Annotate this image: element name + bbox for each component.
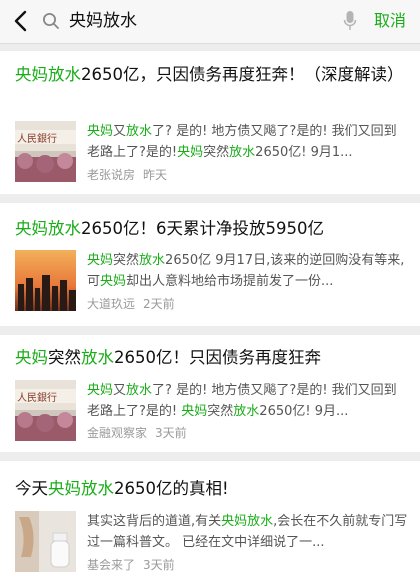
search-input[interactable]: 央妈放水 — [69, 10, 137, 32]
svg-text:人民銀行: 人民銀行 — [17, 132, 57, 145]
text-segment: 突然 — [48, 348, 81, 367]
search-icon — [43, 13, 59, 29]
highlighted-keyword: 放水 — [139, 253, 166, 268]
microphone-icon[interactable] — [343, 10, 357, 32]
text-segment: 又 — [113, 383, 127, 398]
search-bar: 央妈放水 取消 — [0, 0, 420, 44]
highlighted-keyword: 放水 — [233, 404, 260, 419]
highlighted-keyword: 央妈 — [15, 348, 48, 367]
result-source: 基会来了 — [87, 558, 136, 572]
result-source: 金融观察家 — [87, 426, 148, 440]
highlighted-keyword: 央妈放水 — [48, 479, 114, 498]
result-meta: 金融观察家 3天前 — [87, 425, 187, 441]
bathroom-thumbnail — [15, 511, 76, 572]
result-meta: 老张说房 昨天 — [87, 167, 167, 183]
highlighted-keyword: 央妈 — [181, 404, 208, 419]
text-segment: 其实这背后的道道,有关 — [87, 514, 222, 529]
result-snippet: 央妈突然放水2650亿 9月17日,该来的逆回购没有等来,可央妈却出人意料地给市… — [87, 250, 408, 292]
text-segment: 又 — [113, 124, 127, 139]
result-meta: 基会来了 3天前 — [87, 557, 175, 573]
bank-building-thumbnail: 人民銀行 — [15, 380, 76, 441]
text-segment: 2650亿！只因债务再度狂奔 — [114, 348, 321, 367]
search-result-card[interactable]: 央妈突然放水2650亿！只因债务再度狂奔 人民銀行 央妈又放水了? 是的! 地方… — [0, 335, 420, 452]
result-time: 3天前 — [155, 426, 187, 440]
text-segment: 今天 — [15, 479, 48, 498]
result-title[interactable]: 央妈放水2650亿，只因债务再度狂奔！（深度解读） — [15, 62, 408, 87]
result-source: 大道玖远 — [87, 297, 136, 311]
text-segment: 突然 — [207, 404, 234, 419]
back-arrow-icon[interactable] — [10, 9, 32, 33]
search-result-card[interactable]: 今天央妈放水2650亿的真相! 其实这背后的道道,有关央妈放水,会长在不久前就专… — [0, 461, 420, 584]
result-snippet: 其实这背后的道道,有关央妈放水,会长在不久前就专门写过一篇科普文。 已经在文中详… — [87, 511, 408, 553]
highlighted-keyword: 央妈 — [177, 145, 204, 160]
highlighted-keyword: 央妈 — [87, 383, 114, 398]
highlighted-keyword: 央妈 — [87, 124, 114, 139]
text-segment: 2650亿，只因债务再度狂奔！（深度解读） — [81, 65, 404, 84]
svg-text:人民銀行: 人民銀行 — [17, 391, 57, 404]
highlighted-keyword: 放水 — [81, 348, 114, 367]
result-time: 3天前 — [143, 558, 175, 572]
highlighted-keyword: 央妈 — [87, 253, 114, 268]
result-title[interactable]: 央妈突然放水2650亿！只因债务再度狂奔 — [15, 345, 408, 370]
text-segment: 突然 — [113, 253, 140, 268]
search-result-card[interactable]: 央妈放水2650亿！6天累计净投放5950亿 央妈突然放水2650亿 9月17日… — [0, 203, 420, 326]
bank-building-thumbnail: 人民銀行 — [15, 121, 76, 182]
text-segment: 2650亿! 9月1... — [255, 145, 353, 160]
text-segment: 2650亿！6天累计净投放5950亿 — [81, 219, 324, 238]
result-time: 2天前 — [143, 297, 175, 311]
result-source: 老张说房 — [87, 168, 136, 182]
text-segment: 却出人意料地给市场提前发了一份... — [126, 274, 334, 289]
result-time: 昨天 — [143, 168, 168, 182]
text-segment: 2650亿的真相! — [114, 479, 229, 498]
cancel-button[interactable]: 取消 — [374, 10, 406, 32]
highlighted-keyword: 放水 — [126, 383, 153, 398]
highlighted-keyword: 央妈 — [100, 274, 127, 289]
result-snippet: 央妈又放水了? 是的! 地方债又飚了?是的! 我们又回到老路上了?是的! 央妈突… — [87, 380, 408, 422]
highlighted-keyword: 央妈放水 — [221, 514, 274, 529]
text-segment: 突然 — [203, 145, 230, 160]
result-snippet: 央妈又放水了? 是的! 地方债又飚了?是的! 我们又回到老路上了?是的!央妈突然… — [87, 121, 408, 163]
highlighted-keyword: 央妈放水 — [15, 219, 81, 238]
result-title[interactable]: 今天央妈放水2650亿的真相! — [15, 476, 408, 501]
result-meta: 大道玖远 2天前 — [87, 296, 175, 312]
result-title[interactable]: 央妈放水2650亿！6天累计净投放5950亿 — [15, 216, 408, 241]
highlighted-keyword: 放水 — [229, 145, 256, 160]
text-segment: 2650亿! 9月... — [259, 404, 349, 419]
search-result-card[interactable]: 央妈放水2650亿，只因债务再度狂奔！（深度解读） 人民銀行 央妈又放水了? 是… — [0, 51, 420, 194]
city-sunset-thumbnail — [15, 250, 76, 311]
highlighted-keyword: 央妈放水 — [15, 65, 81, 84]
highlighted-keyword: 放水 — [126, 124, 153, 139]
